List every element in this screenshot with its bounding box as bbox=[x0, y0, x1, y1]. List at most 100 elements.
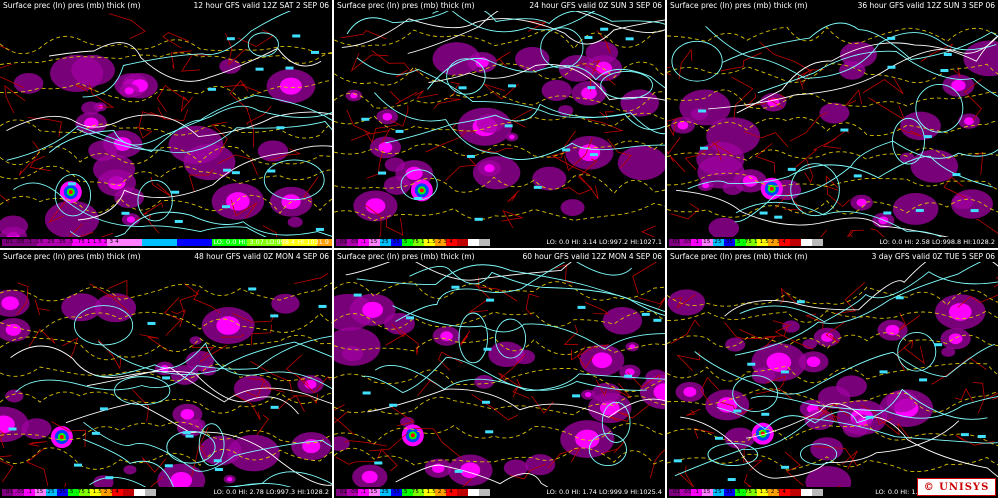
panel-title-right: 48 hour GFS valid 0Z MON 4 SEP 06 bbox=[194, 252, 329, 261]
legend-swatch bbox=[177, 239, 212, 246]
contour-label-marker bbox=[919, 378, 928, 382]
contour-label-marker bbox=[714, 436, 723, 440]
precip-core bbox=[382, 112, 393, 121]
state-border bbox=[292, 393, 318, 404]
state-border bbox=[395, 69, 424, 78]
storm-center bbox=[59, 435, 64, 440]
state-border bbox=[649, 449, 665, 479]
legend-swatch bbox=[457, 489, 468, 496]
forecast-panel: Surface prec (ln) pres (mb) thick (m) 3 d… bbox=[667, 251, 998, 498]
weather-map bbox=[667, 22, 998, 237]
state-border bbox=[507, 189, 520, 203]
contour-label-marker bbox=[361, 117, 370, 121]
contour-label-marker bbox=[267, 169, 276, 173]
contour-label-marker bbox=[577, 305, 586, 309]
contour-label-marker bbox=[759, 211, 768, 215]
panel-title-right: 3 day GFS valid 0Z TUE 5 SEP 06 bbox=[871, 252, 995, 261]
contour-label-marker bbox=[255, 67, 264, 71]
precip-area bbox=[219, 58, 241, 74]
weather-map bbox=[0, 11, 332, 237]
weather-map bbox=[334, 11, 665, 237]
contour-label-marker bbox=[270, 314, 279, 318]
state-border bbox=[731, 76, 754, 119]
panel-title: Surface prec (ln) pres (mb) thick (m) 3 d… bbox=[667, 251, 998, 262]
state-border bbox=[27, 117, 62, 138]
legend-swatch bbox=[790, 489, 801, 496]
legend-swatch bbox=[479, 239, 490, 246]
contour-label-marker bbox=[182, 431, 191, 435]
contour-label-marker bbox=[67, 182, 76, 186]
precip-legend: .01 .05 .1 .15 .25 .35 .5 .75 1 1.5 2 3 … bbox=[334, 487, 665, 498]
thickness-contour bbox=[0, 334, 332, 361]
precip-area bbox=[892, 192, 939, 225]
state-border bbox=[26, 447, 49, 486]
state-border bbox=[344, 440, 387, 447]
legend-swatch bbox=[812, 489, 823, 496]
state-border bbox=[972, 382, 985, 414]
contour-label-marker bbox=[653, 318, 662, 322]
forecast-panel: Surface prec (ln) pres (mb) thick (m) 60 … bbox=[334, 251, 665, 498]
state-border bbox=[632, 262, 657, 294]
legend-swatch bbox=[790, 239, 801, 246]
precip-area bbox=[271, 293, 300, 314]
isobar-ring bbox=[897, 332, 937, 372]
legend-ticks: .01 .05 .1 .15 .25 .35 .5 .75 1 1.5 2 3 … bbox=[671, 239, 786, 245]
contour-label-marker bbox=[587, 86, 596, 90]
precip-core bbox=[440, 331, 453, 341]
contour-label-marker bbox=[781, 465, 790, 469]
contour-label-marker bbox=[780, 370, 789, 374]
precip-core bbox=[180, 409, 195, 420]
contour-label-marker bbox=[213, 459, 222, 463]
contour-label-marker bbox=[589, 153, 598, 157]
contour-label-marker bbox=[485, 430, 494, 434]
state-border bbox=[132, 389, 150, 422]
legend-ticks: .01 .05 .1 .15 .25 .35 .5 .75 1 1.5 2 3 … bbox=[671, 489, 786, 495]
panel-stats: LO: 0.0 HI: 2.78 LO:997.3 HI:1028.2 bbox=[213, 488, 329, 496]
contour-label-marker bbox=[318, 304, 327, 308]
precip-area bbox=[941, 347, 956, 357]
contour-label-marker bbox=[943, 52, 952, 56]
precip-core bbox=[677, 121, 689, 130]
forecast-panel: Surface prec (ln) pres (mb) thick (m) 48 … bbox=[0, 251, 332, 498]
precip-core bbox=[766, 352, 792, 372]
state-border bbox=[425, 131, 466, 153]
contour-label-marker bbox=[285, 66, 294, 70]
contour-label-marker bbox=[977, 434, 986, 438]
precip-core bbox=[857, 418, 867, 426]
state-border bbox=[501, 210, 523, 229]
panel-title-right: 60 hour GFS valid 12Z MON 4 SEP 06 bbox=[522, 252, 662, 261]
contour-label-marker bbox=[483, 347, 492, 351]
contour-label-marker bbox=[353, 293, 362, 297]
state-border bbox=[445, 154, 477, 181]
precip-area bbox=[474, 374, 494, 389]
panel-title-right: 36 hour GFS valid 12Z SUN 3 SEP 06 bbox=[857, 1, 995, 10]
legend-ticks: .01 .05 .1 .15 .25 .35 .5 .75 1 1.5 2 3 … bbox=[4, 489, 119, 495]
isobar-ring bbox=[671, 40, 723, 82]
legend-swatch bbox=[457, 239, 468, 246]
precip-area bbox=[602, 306, 643, 335]
legend-swatch bbox=[468, 489, 479, 496]
panel-title-left: Surface prec (ln) pres (mb) thick (m) bbox=[337, 252, 475, 261]
legend-ticks: .01 .05 .1 .15 .25 .35 .5 .75 1 1.5 2 3 … bbox=[4, 239, 119, 245]
contour-label-marker bbox=[185, 434, 194, 438]
precip-area bbox=[287, 216, 303, 228]
precip-core bbox=[226, 477, 233, 482]
precip-area bbox=[114, 187, 144, 209]
state-border bbox=[931, 357, 987, 385]
isobar-contour bbox=[15, 335, 332, 393]
contour-label-marker bbox=[99, 407, 108, 411]
state-border bbox=[142, 202, 163, 216]
state-border bbox=[34, 299, 50, 316]
precip-area bbox=[708, 217, 740, 237]
state-border bbox=[346, 109, 371, 141]
precip-core bbox=[948, 333, 963, 345]
thickness-contour bbox=[667, 26, 998, 44]
state-border bbox=[676, 351, 700, 371]
contour-label-marker bbox=[105, 476, 114, 480]
legend-ticks: .01 .05 .1 .15 .25 .35 .5 .75 1 1.5 2 3 … bbox=[338, 489, 453, 495]
state-border bbox=[993, 276, 998, 288]
contour-label-marker bbox=[673, 459, 682, 463]
state-border bbox=[686, 408, 701, 416]
state-border bbox=[779, 287, 799, 306]
contour-label-marker bbox=[121, 211, 130, 215]
